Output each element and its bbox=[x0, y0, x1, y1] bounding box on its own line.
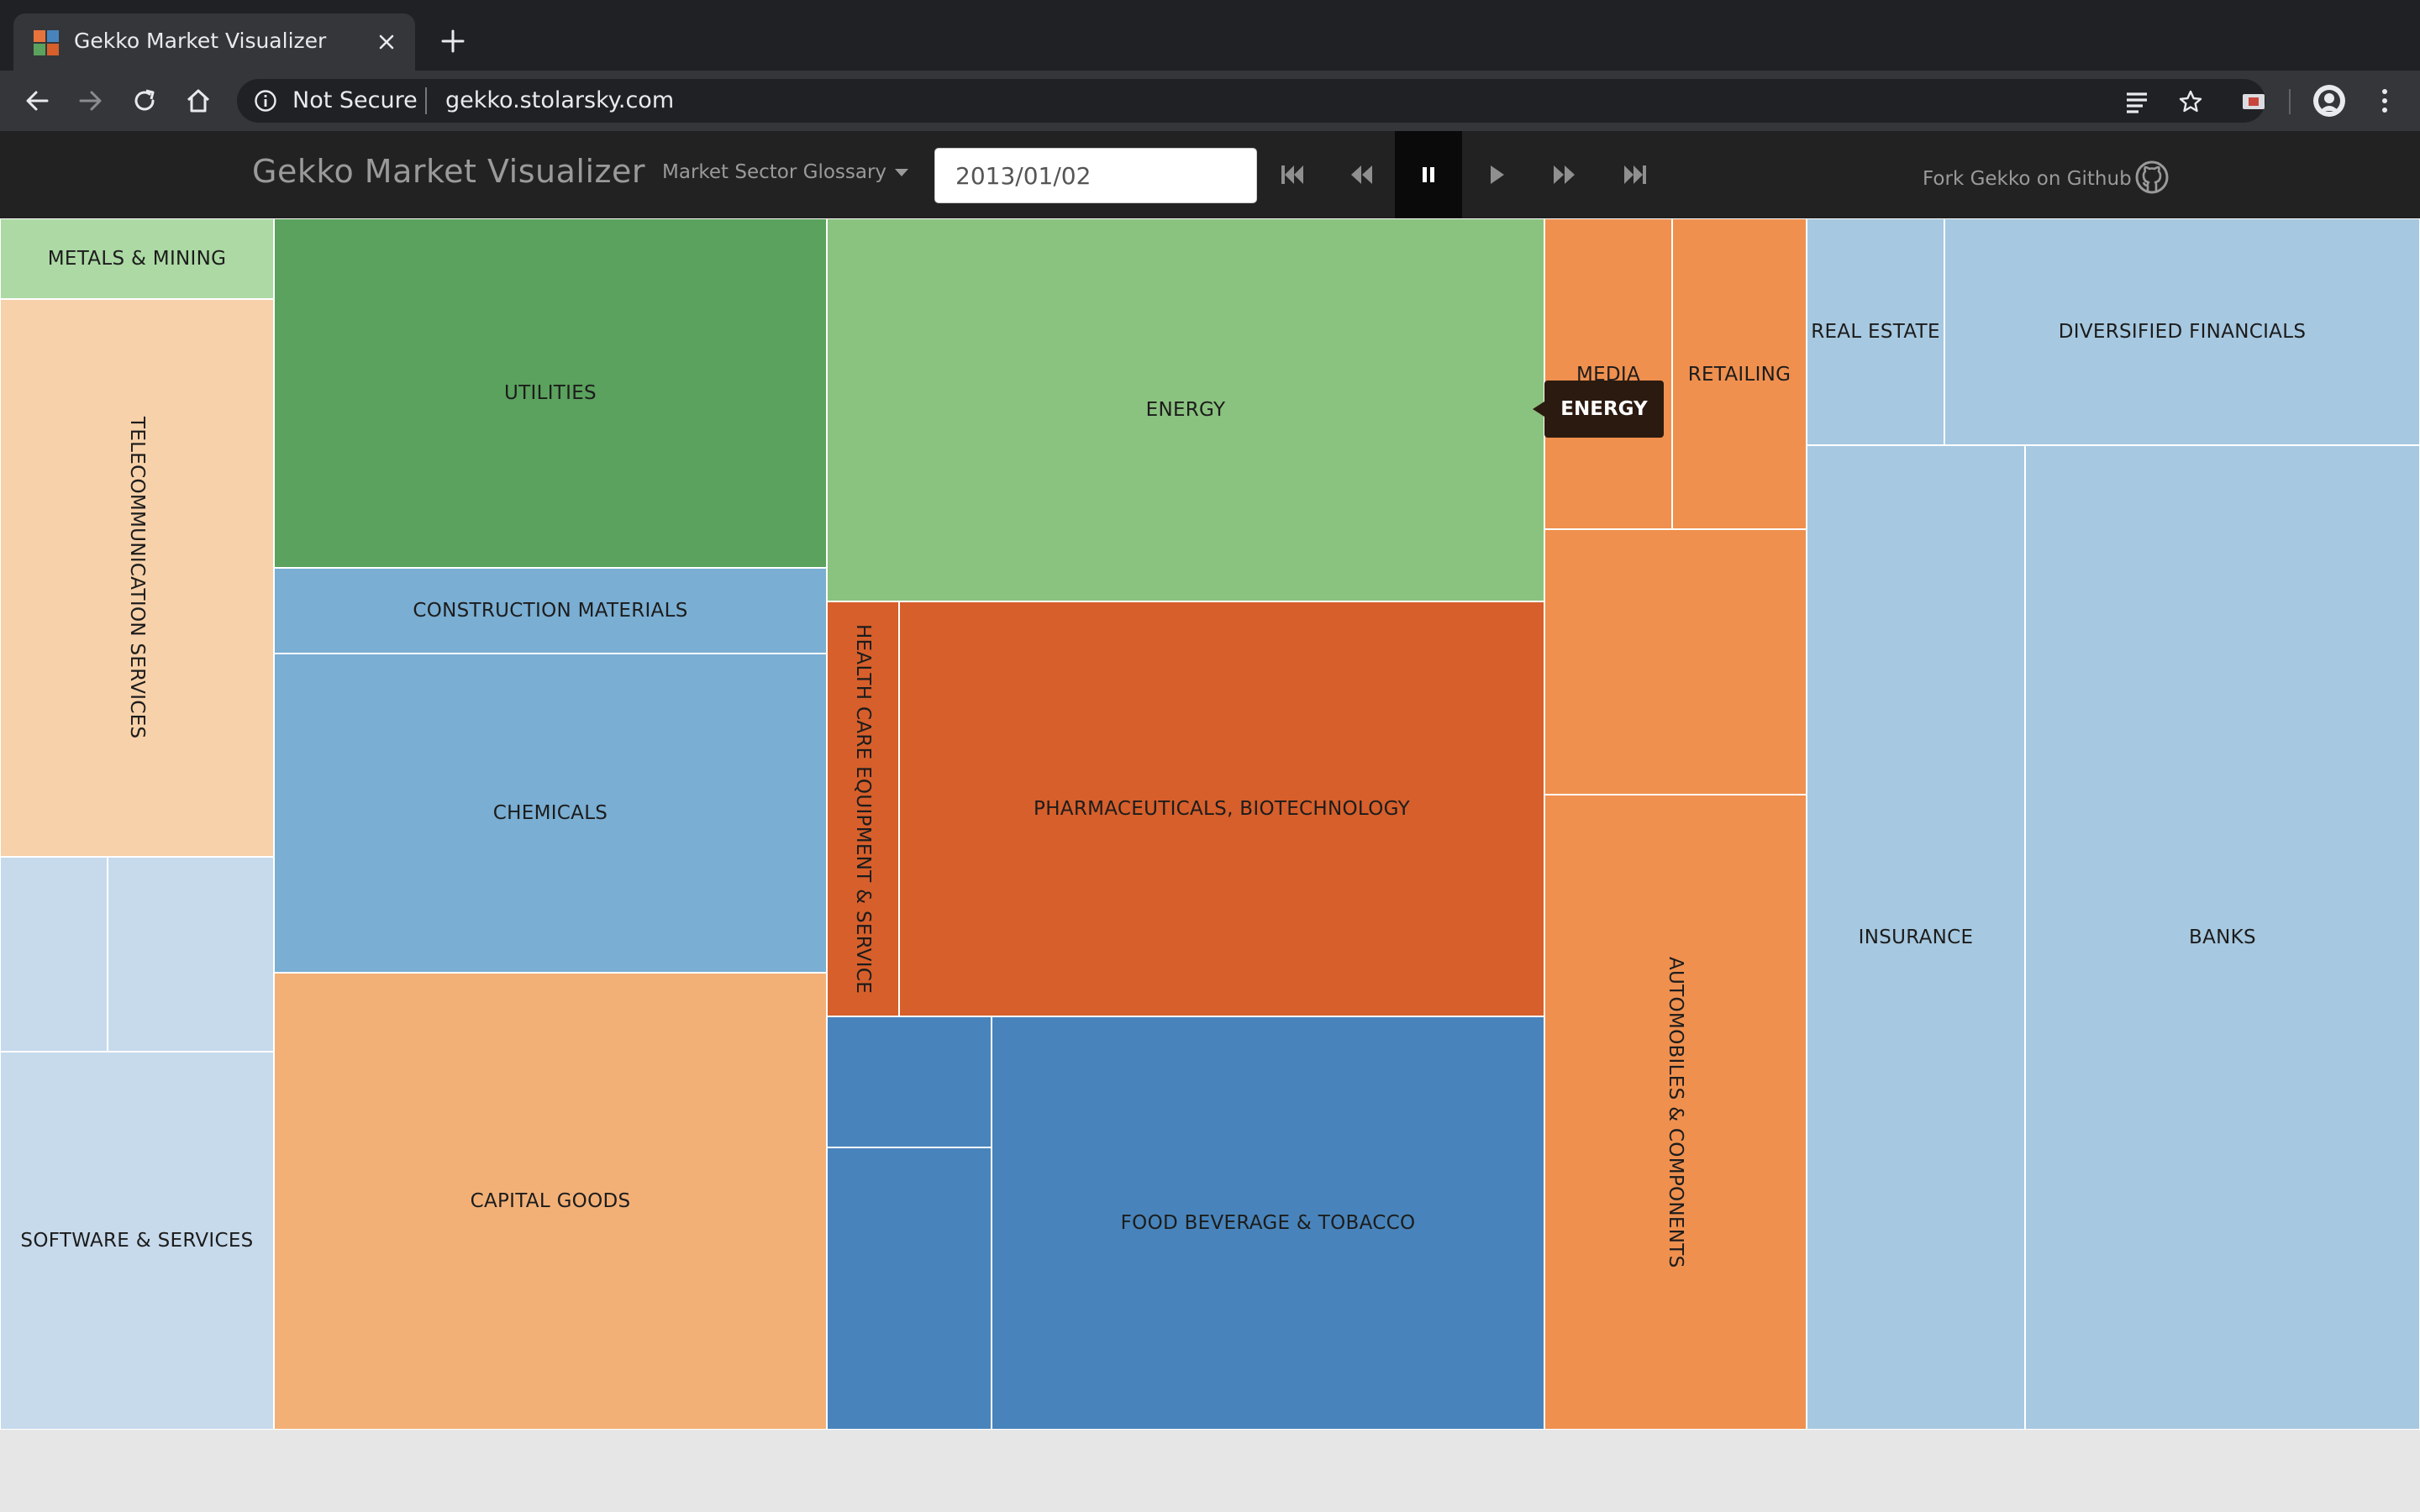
sector-label: Banks bbox=[2189, 927, 2256, 948]
reload-icon[interactable] bbox=[129, 86, 160, 116]
sector-food-beverage-tobacco[interactable]: Food Beverage & Tobacco bbox=[992, 1016, 1544, 1430]
tooltip-arrow bbox=[1533, 402, 1544, 417]
skip-to-end-button[interactable] bbox=[1602, 131, 1669, 218]
sector-unlabeled-blue-2[interactable] bbox=[827, 1147, 992, 1430]
sector-insurance[interactable]: Insurance bbox=[1807, 445, 2025, 1430]
sector-unlabeled-small-1[interactable] bbox=[0, 857, 108, 1052]
back-icon[interactable] bbox=[22, 86, 52, 116]
date-input[interactable] bbox=[934, 148, 1257, 203]
pause-icon bbox=[1423, 167, 1434, 182]
info-icon[interactable] bbox=[254, 89, 277, 113]
sector-label: Pharmaceuticals, Biotechnology bbox=[1034, 798, 1410, 820]
sector-chemicals[interactable]: Chemicals bbox=[274, 654, 827, 973]
sector-energy[interactable]: Energy bbox=[827, 218, 1544, 601]
sector-label: Software & Services bbox=[20, 1230, 254, 1252]
sector-label: Telecommunication Services bbox=[126, 417, 148, 739]
pause-button[interactable] bbox=[1395, 131, 1462, 218]
sector-pharmaceuticals[interactable]: Pharmaceuticals, Biotechnology bbox=[899, 601, 1544, 1016]
sector-automobiles-components[interactable]: Automobiles & Components bbox=[1544, 795, 1807, 1430]
sector-label: Capital Goods bbox=[470, 1190, 631, 1212]
sector-unlabeled-orange[interactable] bbox=[1544, 529, 1807, 795]
home-icon[interactable] bbox=[183, 86, 213, 116]
sector-capital-goods[interactable]: Capital Goods bbox=[274, 973, 827, 1430]
sector-label: Retailing bbox=[1687, 364, 1791, 386]
fast-forward-icon bbox=[1554, 165, 1575, 184]
play-icon bbox=[1491, 165, 1504, 184]
forward-icon[interactable] bbox=[76, 86, 106, 116]
step-forward-button[interactable] bbox=[1531, 131, 1598, 218]
app-favicon-icon bbox=[34, 30, 59, 55]
glossary-label: Market Sector Glossary bbox=[662, 161, 887, 183]
sector-label: Automobiles & Components bbox=[1665, 956, 1686, 1268]
browser-tabstrip: Gekko Market Visualizer bbox=[0, 0, 2420, 71]
sector-label: Energy bbox=[1145, 399, 1226, 421]
sector-software-services[interactable]: Software & Services bbox=[0, 1052, 274, 1430]
url-text[interactable]: gekko.stolarsky.com bbox=[445, 87, 674, 113]
close-tab-icon[interactable] bbox=[373, 29, 400, 55]
address-bar[interactable]: Not Secure gekko.stolarsky.com bbox=[237, 79, 2265, 123]
step-back-button[interactable] bbox=[1328, 131, 1395, 218]
glossary-dropdown[interactable]: Market Sector Glossary bbox=[662, 161, 909, 183]
app-title[interactable]: Gekko Market Visualizer bbox=[252, 153, 645, 190]
sector-tooltip: ENERGY bbox=[1544, 381, 1664, 438]
sector-label: Metals & Mining bbox=[47, 248, 227, 270]
bookmark-star-icon[interactable] bbox=[2178, 89, 2203, 114]
sector-diversified-financials[interactable]: Diversified Financials bbox=[1944, 218, 2420, 445]
caret-down-icon bbox=[895, 169, 909, 176]
sector-label: Insurance bbox=[1858, 927, 1974, 948]
skip-end-icon bbox=[1624, 165, 1646, 184]
sector-utilities[interactable]: Utilities bbox=[274, 218, 827, 568]
sector-label: Chemicals bbox=[492, 802, 608, 824]
tab-title: Gekko Market Visualizer bbox=[74, 29, 327, 53]
fork-github-link[interactable]: Fork Gekko on Github bbox=[1923, 168, 2132, 190]
sector-label: Utilities bbox=[504, 382, 597, 404]
sector-label: Construction Materials bbox=[413, 600, 688, 622]
sector-unlabeled-small-2[interactable] bbox=[108, 857, 274, 1052]
sector-metals-mining[interactable]: Metals & Mining bbox=[0, 218, 274, 299]
sector-label: Diversified Financials bbox=[2058, 321, 2307, 343]
browser-tab[interactable]: Gekko Market Visualizer bbox=[13, 13, 415, 71]
sector-banks[interactable]: Banks bbox=[2025, 445, 2420, 1430]
market-treemap: Metals & Mining Telecommunication Servic… bbox=[0, 218, 2420, 1430]
more-menu-icon[interactable] bbox=[2370, 86, 2400, 116]
sector-label: Food Beverage & Tobacco bbox=[1120, 1212, 1416, 1234]
sector-label: Health Care Equipment & Service bbox=[852, 623, 874, 995]
extension-icon[interactable] bbox=[2238, 86, 2269, 116]
sector-construction-materials[interactable]: Construction Materials bbox=[274, 568, 827, 654]
app-navbar: Gekko Market Visualizer Market Sector Gl… bbox=[0, 131, 2420, 218]
browser-toolbar: Not Secure gekko.stolarsky.com bbox=[0, 71, 2420, 131]
sector-label: Real Estate bbox=[1811, 321, 1940, 343]
sector-media[interactable]: Media bbox=[1544, 218, 1672, 529]
skip-start-icon bbox=[1281, 165, 1303, 184]
sector-telecommunication-services[interactable]: Telecommunication Services bbox=[0, 299, 274, 857]
sector-real-estate[interactable]: Real Estate bbox=[1807, 218, 1944, 445]
sector-health-care-equipment[interactable]: Health Care Equipment & Service bbox=[827, 601, 899, 1016]
address-separator bbox=[425, 87, 427, 114]
rewind-icon bbox=[1351, 165, 1372, 184]
profile-avatar-icon[interactable] bbox=[2312, 84, 2346, 118]
play-button[interactable] bbox=[1464, 131, 1531, 218]
sector-retailing[interactable]: Retailing bbox=[1672, 218, 1807, 529]
security-status[interactable]: Not Secure bbox=[292, 87, 418, 113]
github-icon[interactable] bbox=[2134, 160, 2170, 195]
new-tab-icon[interactable] bbox=[439, 27, 467, 55]
sector-unlabeled-blue-1[interactable] bbox=[827, 1016, 992, 1147]
toolbar-separator bbox=[2289, 89, 2291, 114]
reading-list-icon[interactable] bbox=[2124, 89, 2149, 114]
skip-to-start-button[interactable] bbox=[1259, 131, 1326, 218]
